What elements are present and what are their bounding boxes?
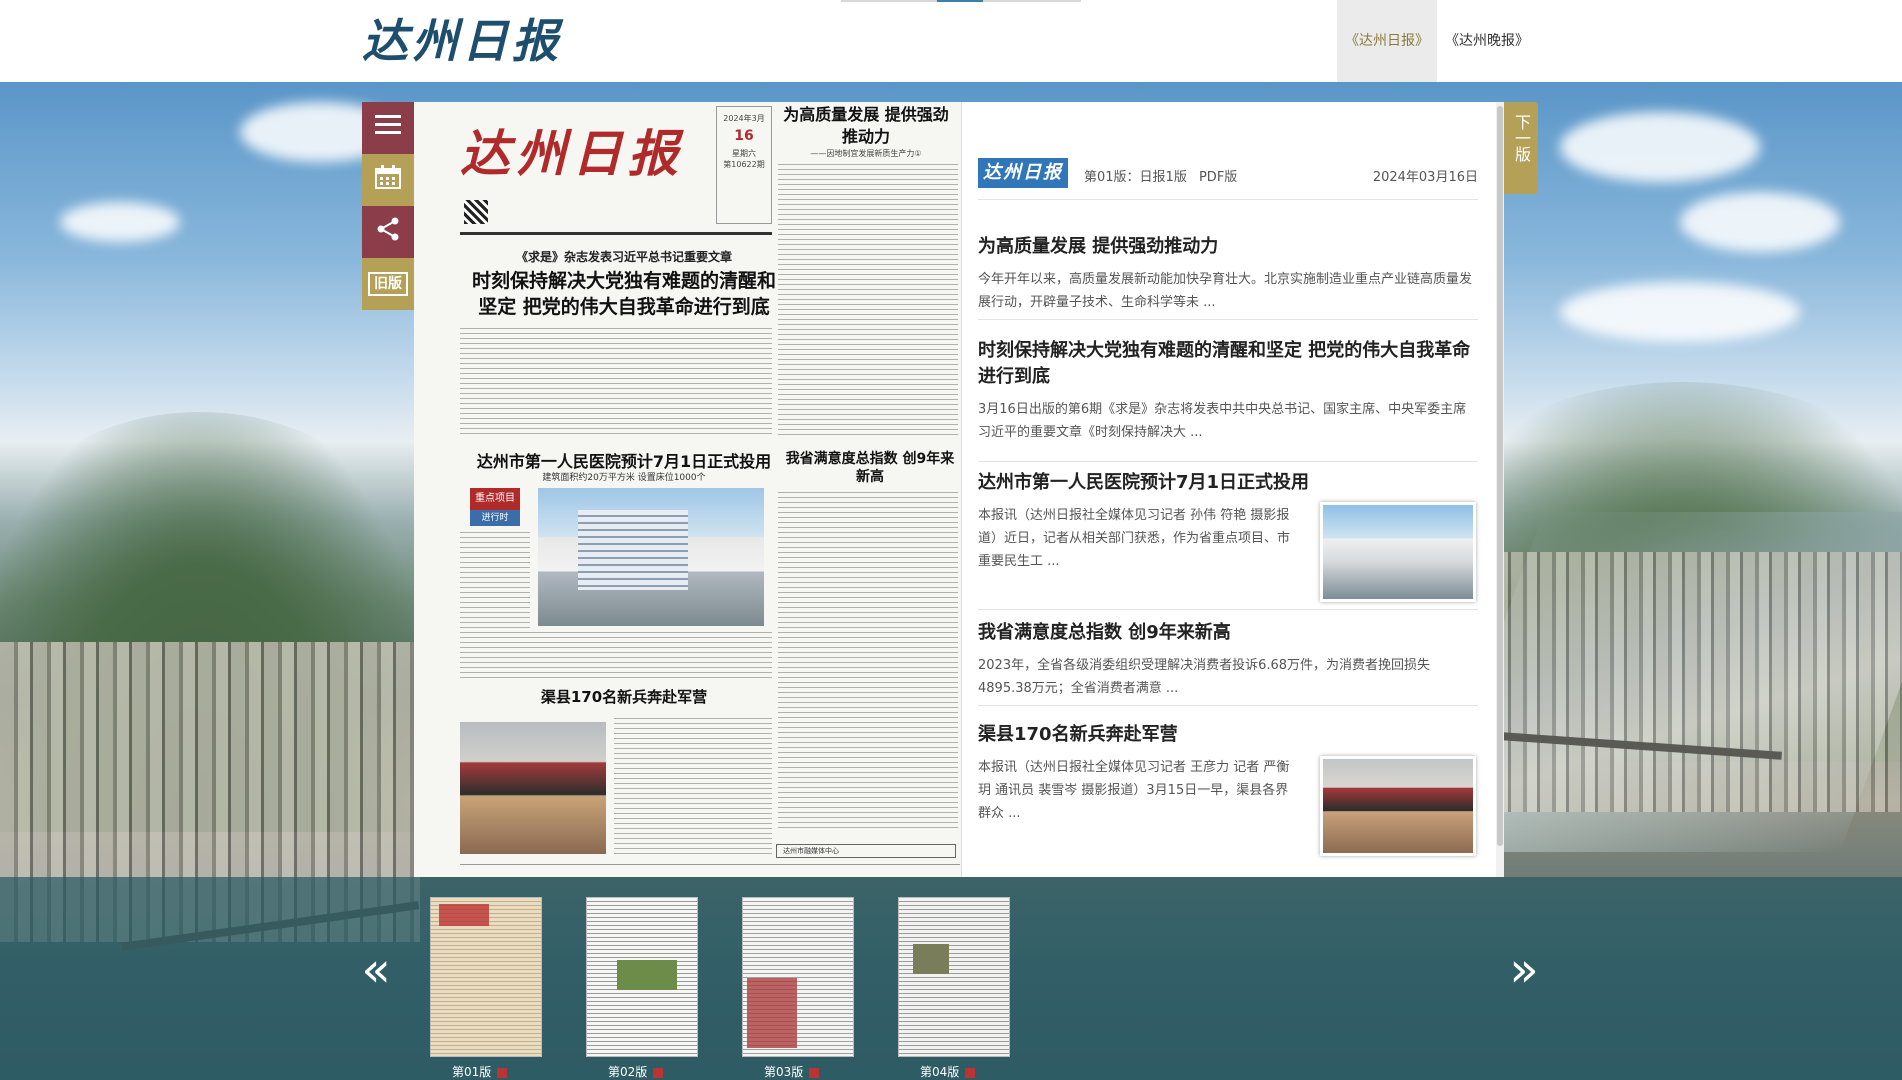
- article-item[interactable]: 我省满意度总指数 创9年来新高 2023年，全省各级消委组织受理解决消费者投诉6…: [978, 620, 1478, 706]
- thumbnail-page-02[interactable]: 第02版: [586, 897, 698, 1079]
- np-tag-in-progress: 进行时: [470, 510, 520, 526]
- old-version-button[interactable]: 旧版: [362, 258, 414, 310]
- article-thumbnail[interactable]: [1320, 756, 1476, 856]
- thumbnail-page-01[interactable]: 第01版: [430, 897, 542, 1079]
- thumbnail-page-04[interactable]: 第04版: [898, 897, 1010, 1079]
- double-chevron-right-icon: »: [1509, 942, 1539, 998]
- np-recruit-photo: [460, 722, 606, 854]
- np-headline-3: 我省满意度总指数 创9年来新高: [785, 451, 955, 485]
- article-summary: 2023年，全省各级消委组织受理解决消费者投诉6.68万件，为消费者挽回损失48…: [978, 658, 1431, 696]
- article-thumbnail[interactable]: [1320, 502, 1476, 602]
- next-edition-button[interactable]: 下一版: [1504, 102, 1538, 194]
- edition-label: 第01版：日报1版: [1084, 170, 1187, 185]
- article-title[interactable]: 时刻保持解决大党独有难题的清醒和坚定 把党的伟大自我革命进行到底: [978, 338, 1478, 390]
- np-footer-box: 达州市融媒体中心: [776, 844, 956, 858]
- article-summary: 本报讯（达州日报社全媒体见习记者 王彦力 记者 严衡玥 通讯员 裴雪岑 摄影报道…: [978, 760, 1290, 821]
- next-thumbnails-button[interactable]: »: [1504, 940, 1544, 1000]
- edition-header: 达州日报 第01版：日报1版 PDF版 2024年03月16日: [978, 158, 1478, 200]
- side-toolbar: 旧版: [362, 102, 414, 310]
- pdf-link[interactable]: PDF版: [1199, 170, 1237, 185]
- article-title[interactable]: 达州市第一人民医院预计7月1日正式投用: [978, 470, 1478, 496]
- menu-icon: [375, 113, 401, 143]
- paper-tabs: 《达州日报》 《达州晚报》: [1337, 0, 1537, 82]
- np-hospital-photo: [538, 488, 764, 626]
- prev-thumbnails-button[interactable]: «: [356, 940, 396, 1000]
- article-list: 达州日报 第01版：日报1版 PDF版 2024年03月16日 为高质量发展 提…: [974, 102, 1504, 877]
- thumbnail-label: 第02版: [608, 1063, 663, 1080]
- np-kicker: 《求是》杂志发表习近平总书记重要文章: [515, 250, 732, 264]
- header: 达州日报 《达州日报》 《达州晚报》: [0, 0, 1902, 82]
- newspaper-page-image[interactable]: 达州日报 2024年3月 16 星期六 第10622期 《求是》杂志发表习近平总…: [414, 102, 962, 877]
- newspaper-date-box: 2024年3月 16 星期六 第10622期: [716, 106, 772, 224]
- share-button[interactable]: [362, 206, 414, 258]
- np-headline-2-sub: 建筑面积约20万平方米 设置床位1000个: [542, 473, 706, 483]
- qr-code-icon: [464, 200, 488, 224]
- article-title[interactable]: 我省满意度总指数 创9年来新高: [978, 620, 1478, 646]
- calendar-icon: [375, 164, 401, 196]
- reader-panel: 达州日报 2024年3月 16 星期六 第10622期 《求是》杂志发表习近平总…: [414, 102, 1504, 877]
- newspaper-masthead: 达州日报: [460, 124, 684, 183]
- thumbnail-label: 第04版: [920, 1063, 975, 1080]
- thumbnail-label: 第03版: [764, 1063, 819, 1080]
- tab-dazhou-daily[interactable]: 《达州日报》: [1337, 0, 1437, 82]
- article-item[interactable]: 时刻保持解决大党独有难题的清醒和坚定 把党的伟大自我革命进行到底 3月16日出版…: [978, 338, 1478, 462]
- article-item[interactable]: 达州市第一人民医院预计7月1日正式投用 本报讯（达州日报社全媒体见习记者 孙伟 …: [978, 470, 1478, 610]
- article-summary: 3月16日出版的第6期《求是》杂志将发表中共中央总书记、国家主席、中央军委主席习…: [978, 402, 1467, 440]
- menu-button[interactable]: [362, 102, 414, 154]
- np-headline-2: 达州市第一人民医院预计7月1日正式投用: [476, 452, 772, 471]
- share-icon: [376, 217, 400, 248]
- edition-date: 2024年03月16日: [1372, 170, 1478, 185]
- np-tag-key-project: 重点项目: [470, 488, 520, 510]
- old-version-label: 旧版: [368, 272, 408, 296]
- mini-logo: 达州日报: [978, 158, 1068, 188]
- np-headline-1: 时刻保持解决大党独有难题的清醒和坚定 把党的伟大自我革命进行到底: [471, 270, 776, 318]
- site-logo[interactable]: 达州日报: [362, 12, 562, 70]
- list-scrollbar[interactable]: [1496, 102, 1504, 877]
- thumbnail-page-03[interactable]: 第03版: [742, 897, 854, 1079]
- double-chevron-left-icon: «: [361, 942, 391, 998]
- article-title[interactable]: 渠县170名新兵奔赴军营: [978, 722, 1478, 748]
- np-side-headline: 为高质量发展 提供强劲推动力: [783, 105, 949, 146]
- article-item[interactable]: 渠县170名新兵奔赴军营 本报讯（达州日报社全媒体见习记者 王彦力 记者 严衡玥…: [978, 722, 1478, 877]
- article-title[interactable]: 为高质量发展 提供强劲推动力: [978, 234, 1478, 260]
- np-side-subtitle: ——因地制宜发展新质生产力①: [810, 149, 922, 158]
- article-item[interactable]: 为高质量发展 提供强劲推动力 今年开年以来，高质量发展新动能加快孕育壮大。北京实…: [978, 234, 1478, 320]
- np-headline-4: 渠县170名新兵奔赴军营: [540, 688, 708, 706]
- calendar-button[interactable]: [362, 154, 414, 206]
- tab-dazhou-evening[interactable]: 《达州晚报》: [1437, 0, 1537, 82]
- article-summary: 今年开年以来，高质量发展新动能加快孕育壮大。北京实施制造业重点产业链高质量发展行…: [978, 272, 1473, 310]
- thumbnail-label: 第01版: [452, 1063, 507, 1080]
- article-summary: 本报讯（达州日报社全媒体见习记者 孙伟 符艳 摄影报道）近日，记者从相关部门获悉…: [978, 508, 1291, 569]
